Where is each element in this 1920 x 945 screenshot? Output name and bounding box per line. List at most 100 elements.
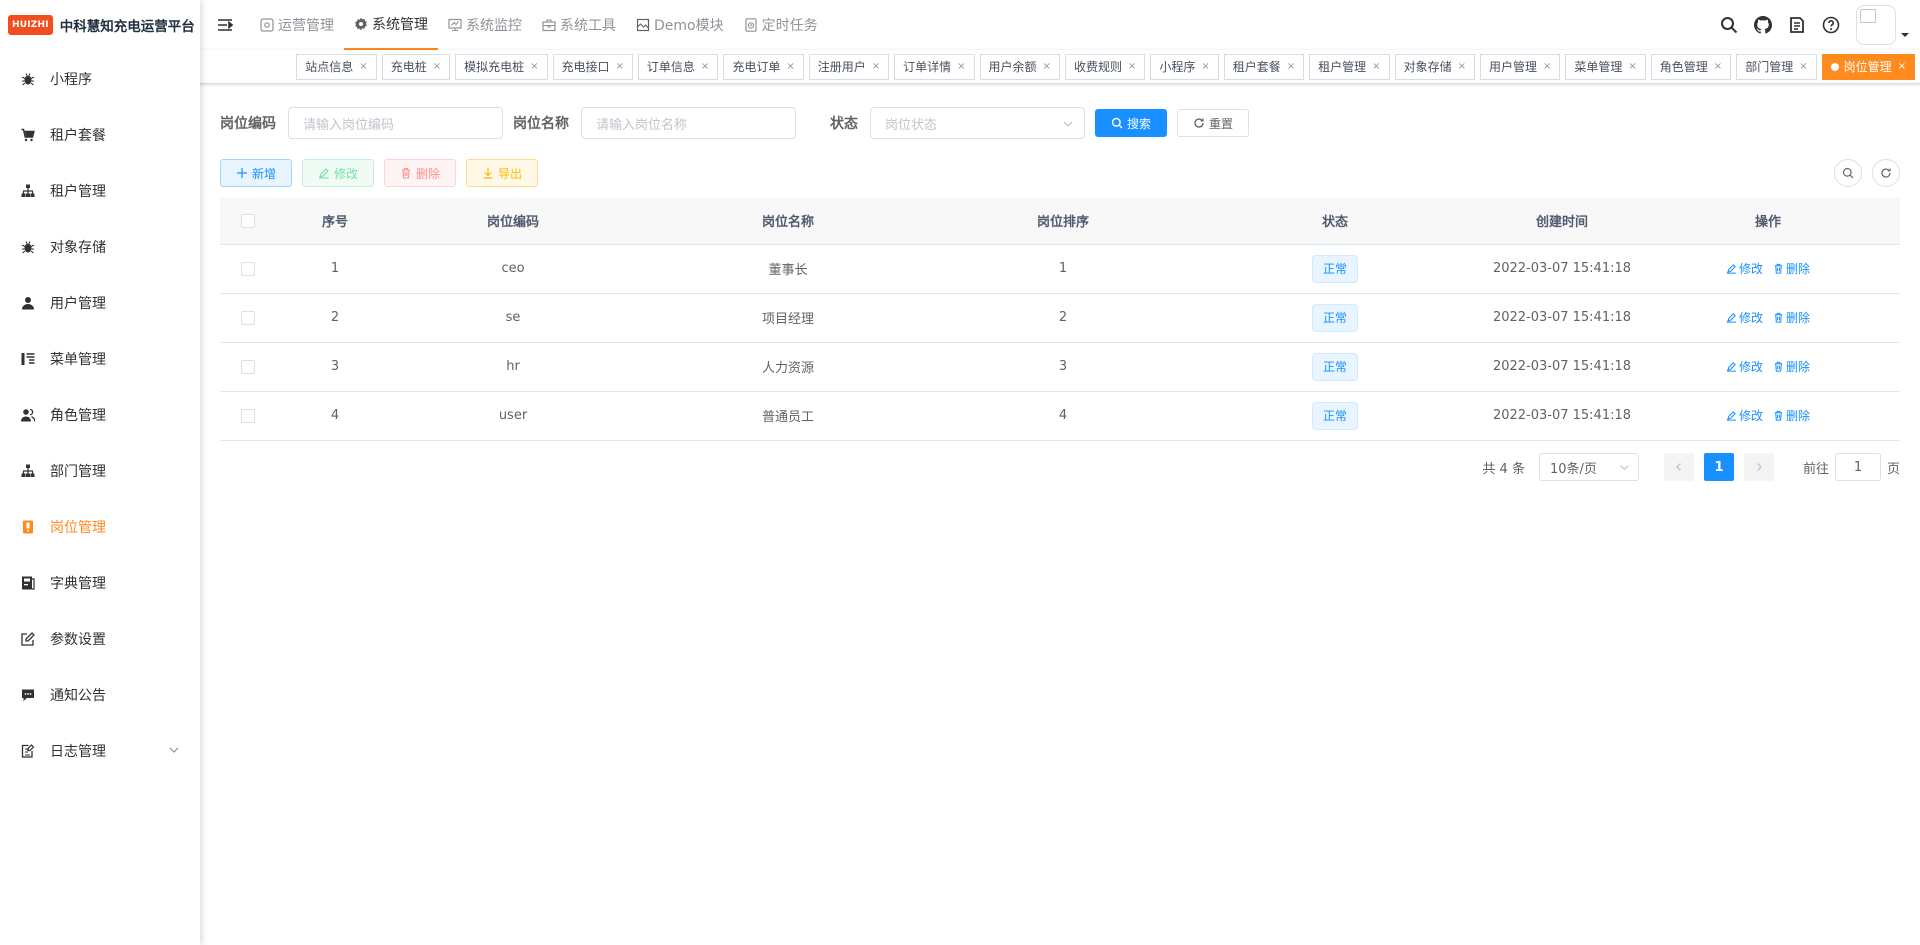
select-all-checkbox[interactable] — [241, 213, 255, 228]
row-checkbox[interactable] — [241, 359, 255, 374]
close-icon[interactable]: × — [1543, 55, 1551, 79]
sidebar-item[interactable]: 租户管理 — [0, 163, 200, 219]
post-code-input[interactable]: 请输入岗位编码 — [288, 107, 503, 139]
sidebar-item[interactable]: 日志管理 — [0, 723, 200, 779]
top-menu-item[interactable]: 系统管理 — [344, 0, 438, 50]
sidebar-item[interactable]: 通知公告 — [0, 667, 200, 723]
reset-button[interactable]: 重置 — [1177, 109, 1250, 137]
search-button[interactable]: 搜索 — [1095, 109, 1168, 137]
close-icon[interactable]: × — [701, 55, 709, 79]
row-edit-button[interactable]: 修改 — [1726, 309, 1763, 326]
tag-item[interactable]: 模拟充电桩 × — [455, 54, 548, 80]
row-edit-button[interactable]: 修改 — [1726, 260, 1763, 277]
toggle-search-button[interactable] — [1834, 159, 1862, 187]
close-icon[interactable]: × — [1201, 55, 1209, 79]
top-menu-item[interactable]: 运营管理 — [250, 0, 344, 50]
page-number-1[interactable]: 1 — [1703, 453, 1734, 481]
tag-item[interactable]: 充电桩 × — [381, 54, 451, 80]
table-row[interactable]: 1 ceo 董事长 1 正常 2022-03-07 15:41:18 修改 删除 — [220, 244, 1900, 294]
tag-item[interactable]: 菜单管理 × — [1565, 54, 1646, 80]
close-icon[interactable]: × — [1287, 55, 1295, 79]
github-button[interactable] — [1746, 0, 1780, 50]
sidebar-item[interactable]: 参数设置 — [0, 611, 200, 667]
row-checkbox[interactable] — [241, 310, 255, 325]
close-icon[interactable]: × — [1799, 55, 1807, 79]
search-button[interactable] — [1712, 0, 1746, 50]
close-icon[interactable]: × — [786, 55, 794, 79]
close-icon[interactable]: × — [1372, 55, 1380, 79]
table-row[interactable]: 3 hr 人力资源 3 正常 2022-03-07 15:41:18 修改 删除 — [220, 342, 1900, 392]
close-icon[interactable]: × — [1628, 55, 1636, 79]
add-button[interactable]: 新增 — [220, 159, 293, 187]
tag-item[interactable]: 注册用户 × — [808, 54, 890, 80]
tag-item[interactable]: 用户余额 × — [979, 54, 1060, 80]
close-icon[interactable]: × — [1714, 55, 1722, 79]
sidebar-item[interactable]: 角色管理 — [0, 387, 200, 443]
tag-item[interactable]: 角色管理 × — [1650, 54, 1732, 80]
row-checkbox[interactable] — [241, 261, 255, 276]
row-edit-button[interactable]: 修改 — [1726, 358, 1763, 375]
sidebar-item[interactable]: 岗位管理 — [0, 499, 200, 555]
status-select[interactable]: 岗位状态 — [870, 107, 1085, 139]
tag-item[interactable]: 对象存储 × — [1394, 54, 1475, 80]
tag-item[interactable]: 订单详情 × — [894, 54, 975, 80]
row-delete-button[interactable]: 删除 — [1773, 407, 1810, 424]
table-row[interactable]: 4 user 普通员工 4 正常 2022-03-07 15:41:18 修改 删除 — [220, 391, 1900, 441]
top-menu-item[interactable]: 系统工具 — [532, 0, 626, 50]
close-icon[interactable]: × — [1043, 55, 1051, 79]
tag-item[interactable]: 充电接口 × — [552, 54, 633, 80]
sidebar-item[interactable]: 用户管理 — [0, 275, 200, 331]
tag-item[interactable]: 租户管理 × — [1309, 54, 1390, 80]
document-button[interactable] — [1780, 0, 1814, 50]
top-menu-item[interactable]: 定时任务 — [734, 0, 828, 50]
table-row[interactable]: 2 se 项目经理 2 正常 2022-03-07 15:41:18 修改 删除 — [220, 293, 1900, 343]
row-delete-button[interactable]: 删除 — [1773, 309, 1810, 326]
close-icon[interactable]: × — [433, 55, 441, 79]
sidebar-item[interactable]: 部门管理 — [0, 443, 200, 499]
sidebar-item[interactable]: 小程序 — [0, 51, 200, 107]
tag-item[interactable]: 岗位管理 × — [1821, 54, 1915, 80]
page-size-select[interactable]: 10条/页 — [1538, 453, 1639, 481]
row-edit-button[interactable]: 修改 — [1726, 407, 1763, 424]
close-icon[interactable]: × — [616, 55, 624, 79]
close-icon[interactable]: × — [1898, 55, 1906, 79]
avatar[interactable] — [1856, 5, 1896, 45]
status-badge: 正常 — [1311, 352, 1358, 381]
tag-item[interactable]: 收费规则 × — [1064, 54, 1146, 80]
top-menu-item[interactable]: 系统监控 — [438, 0, 532, 50]
export-button[interactable]: 导出 — [466, 159, 539, 187]
close-icon[interactable]: × — [957, 55, 965, 79]
tag-item[interactable]: 用户管理 × — [1479, 54, 1561, 80]
prev-page-button[interactable] — [1663, 453, 1694, 481]
tag-item[interactable]: 部门管理 × — [1736, 54, 1817, 80]
tag-item[interactable]: 租户套餐 × — [1223, 54, 1305, 80]
top-menu-item[interactable]: Demo模块 — [626, 0, 734, 50]
row-delete-button[interactable]: 删除 — [1773, 358, 1810, 375]
sidebar-item[interactable]: 租户套餐 — [0, 107, 200, 163]
sidebar-item[interactable]: 对象存储 — [0, 219, 200, 275]
refresh-table-button[interactable] — [1872, 159, 1900, 187]
tag-item[interactable]: 小程序 × — [1150, 54, 1219, 80]
post-name-input[interactable]: 请输入岗位名称 — [581, 107, 796, 139]
hamburger-button[interactable] — [200, 0, 250, 50]
close-icon[interactable]: × — [1458, 55, 1466, 79]
page-jump-input[interactable] — [1834, 453, 1881, 481]
sidebar-item[interactable]: 字典管理 — [0, 555, 200, 611]
close-icon[interactable]: × — [530, 55, 538, 79]
sidebar-item[interactable]: 菜单管理 — [0, 331, 200, 387]
tag-item[interactable]: 充电订单 × — [723, 54, 804, 80]
row-checkbox[interactable] — [241, 408, 255, 423]
tag-item[interactable]: 订单信息 × — [637, 54, 719, 80]
close-icon[interactable]: × — [359, 55, 367, 79]
sidebar-item-label: 通知公告 — [50, 688, 106, 704]
next-page-button[interactable] — [1743, 453, 1774, 481]
row-delete-button[interactable]: 删除 — [1773, 260, 1810, 277]
close-icon[interactable]: × — [872, 55, 880, 79]
delete-button[interactable]: 删除 — [384, 159, 457, 187]
help-button[interactable] — [1814, 0, 1848, 50]
logo[interactable]: HUIZHI 中科慧知充电运营平台 — [0, 0, 200, 50]
edit-button[interactable]: 修改 — [302, 159, 375, 187]
avatar-dropdown[interactable] — [1900, 0, 1912, 50]
close-icon[interactable]: × — [1128, 55, 1136, 79]
tag-item[interactable]: 站点信息 × — [296, 54, 377, 80]
